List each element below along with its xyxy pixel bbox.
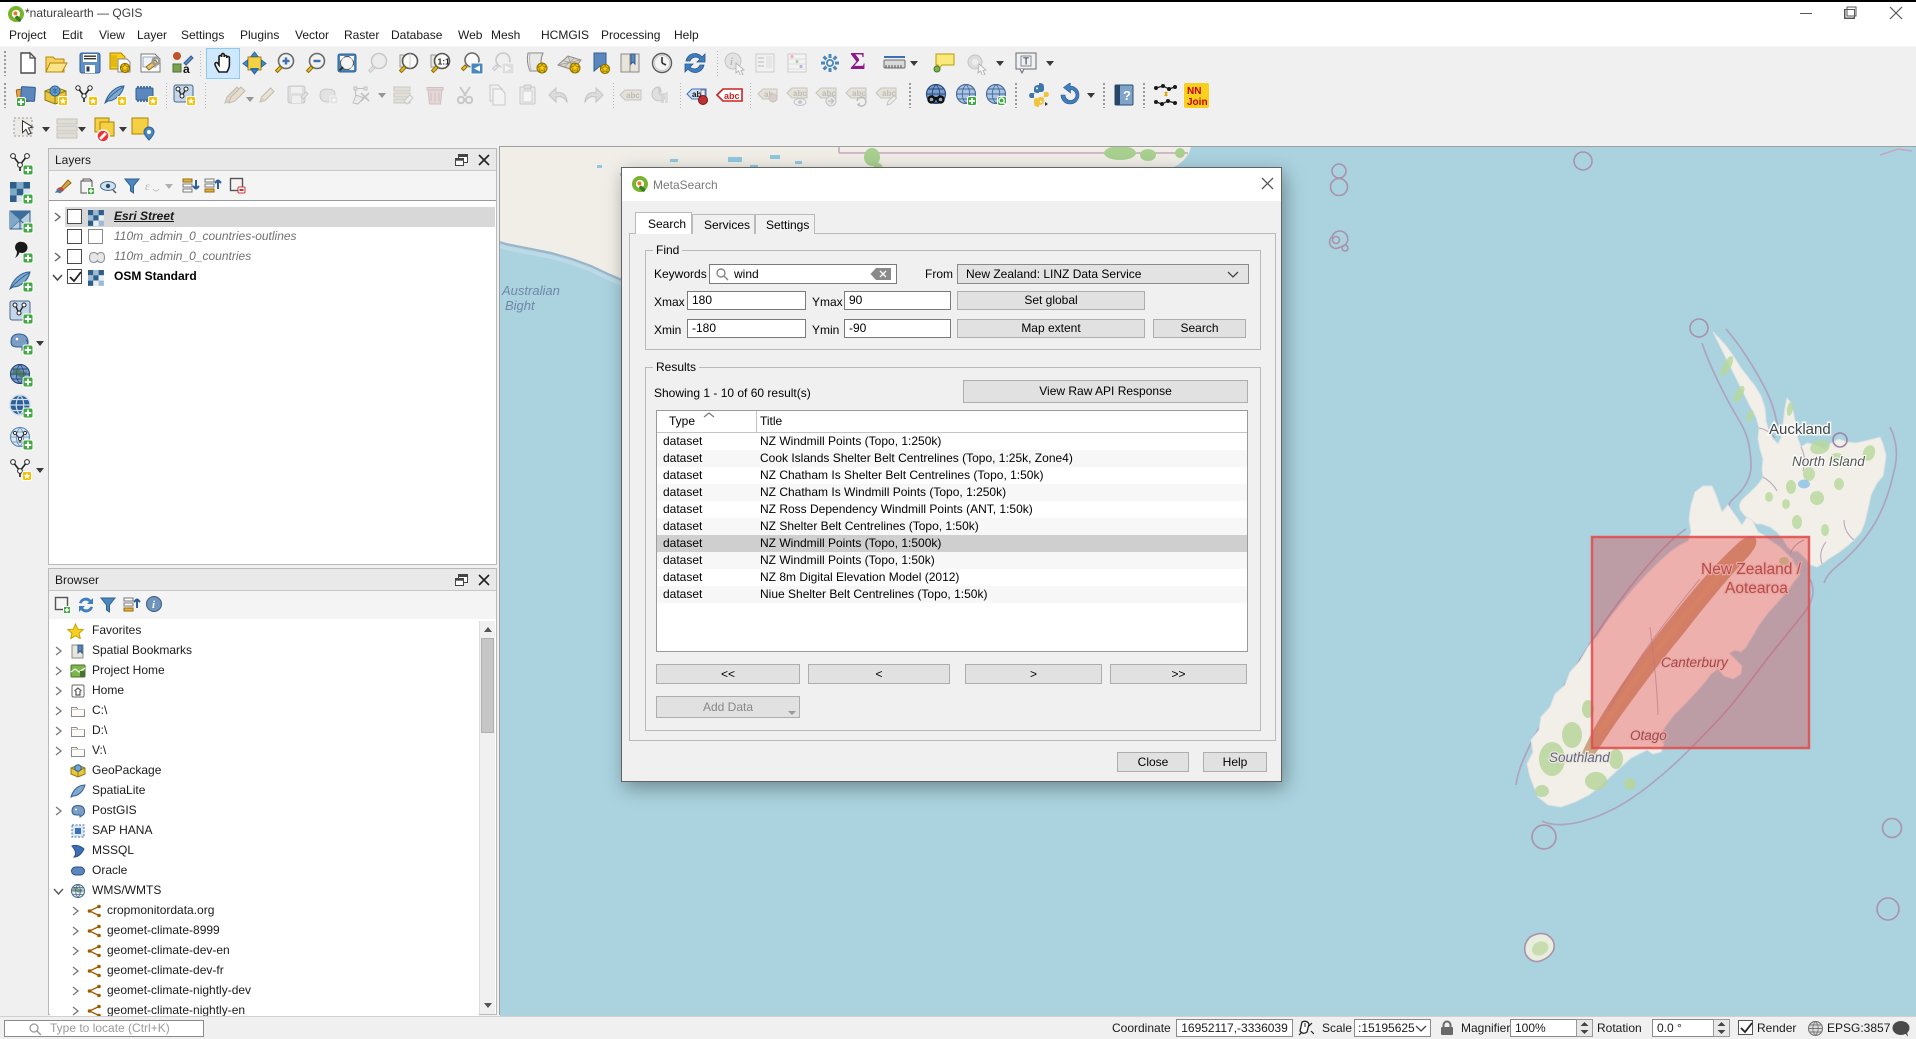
svg-text:Southland: Southland — [1549, 750, 1610, 765]
svg-text:1:1: 1:1 — [438, 57, 451, 67]
svg-text:Australian: Australian — [501, 283, 560, 298]
svg-text:North Island: North Island — [1792, 454, 1865, 469]
svg-text:abc: abc — [724, 91, 740, 101]
svg-text:Auckland: Auckland — [1769, 421, 1831, 438]
svg-text:Bight: Bight — [505, 298, 536, 313]
svg-text:?: ? — [1123, 88, 1131, 103]
svg-text:ε: ε — [145, 179, 150, 193]
svg-text:abc: abc — [852, 89, 866, 98]
svg-text:Otago: Otago — [1630, 728, 1667, 743]
svg-text:abc: abc — [793, 89, 807, 98]
svg-text:Canterbury: Canterbury — [1661, 655, 1729, 670]
svg-text:Aotearoa: Aotearoa — [1725, 580, 1788, 597]
svg-text:Join: Join — [1187, 97, 1208, 108]
svg-text:T: T — [1023, 57, 1029, 68]
svg-text:New Zealand /: New Zealand / — [1701, 561, 1802, 578]
svg-text:a: a — [183, 62, 190, 75]
svg-text:abc: abc — [626, 91, 640, 100]
svg-text:NN: NN — [1187, 86, 1201, 97]
